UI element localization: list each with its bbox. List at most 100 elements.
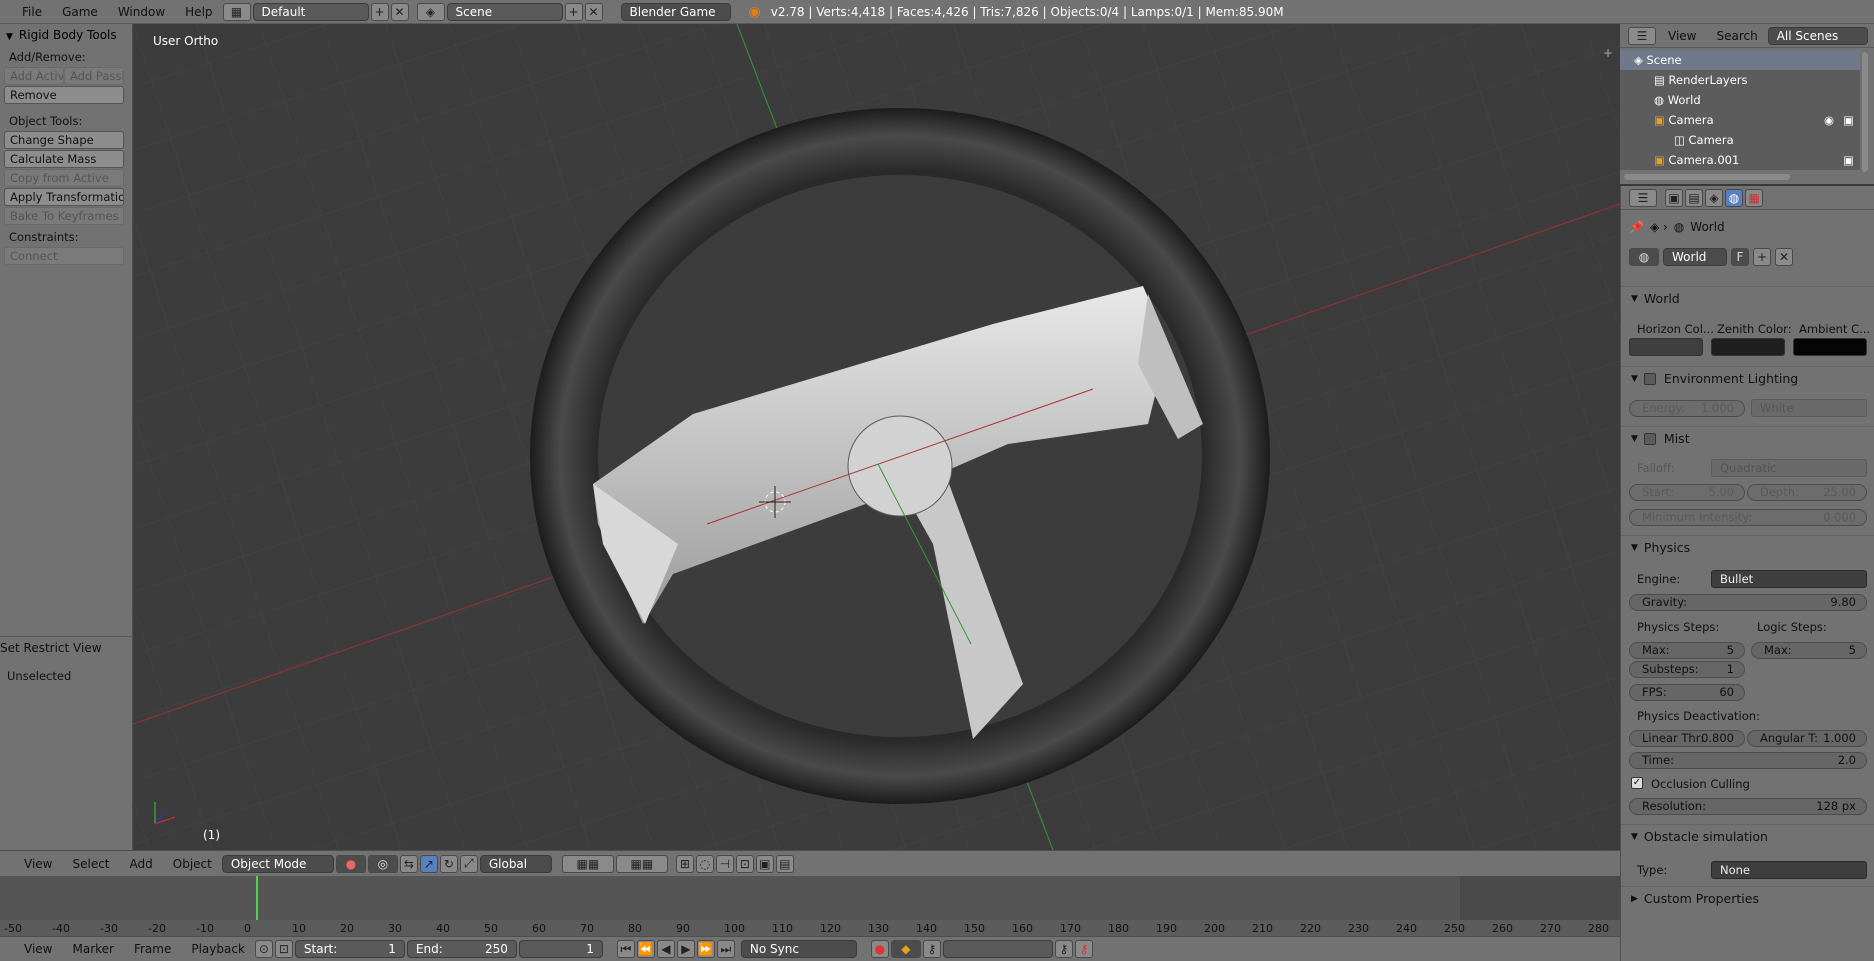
remove-layout-icon[interactable]: ✕ bbox=[390, 2, 409, 21]
remove-scene-icon[interactable]: ✕ bbox=[584, 2, 603, 21]
layout-icon[interactable]: ▦ bbox=[222, 2, 251, 21]
render-toggle-icon[interactable]: ▣ bbox=[1843, 110, 1854, 130]
proportional-icon[interactable]: ◌ bbox=[695, 854, 714, 873]
physics-panel-header[interactable]: ▼ Physics bbox=[1621, 535, 1874, 559]
menu-file[interactable]: File bbox=[12, 0, 52, 24]
horizon-color-swatch[interactable] bbox=[1629, 338, 1703, 356]
occlusion-culling-checkbox[interactable]: ✓ bbox=[1631, 777, 1643, 789]
current-frame-field[interactable]: 1 bbox=[518, 940, 603, 958]
render-icon[interactable]: ▣ bbox=[755, 854, 774, 873]
mist-checkbox[interactable] bbox=[1643, 432, 1656, 445]
mist-start-field[interactable]: Start: 5.00 bbox=[1629, 484, 1745, 501]
obstacle-type-select[interactable]: None bbox=[1711, 861, 1867, 879]
lock-icon[interactable]: ⊞ bbox=[675, 854, 694, 873]
outliner-item-camera-data[interactable]: ◫ Camera bbox=[1620, 130, 1860, 150]
jump-key-back-icon[interactable]: ⏪ bbox=[636, 940, 655, 958]
custom-properties-header[interactable]: ▶ Custom Properties bbox=[1621, 886, 1874, 910]
apply-transformation-button[interactable]: Apply Transformation bbox=[4, 188, 124, 206]
keying-icon[interactable]: ⚷ bbox=[922, 940, 941, 958]
3d-viewport[interactable]: User Ortho (1) + bbox=[133, 24, 1620, 850]
restrict-view-header[interactable]: Set Restrict View bbox=[0, 636, 133, 656]
outliner-item-scene[interactable]: ◈ Scene bbox=[1620, 50, 1860, 70]
render-tab-icon[interactable]: ▣ bbox=[1665, 188, 1683, 207]
opengl-render-icon[interactable]: ▤ bbox=[775, 854, 794, 873]
ambient-color-swatch[interactable] bbox=[1793, 338, 1867, 356]
add-passive-button[interactable]: Add Passiv bbox=[64, 67, 124, 85]
scale-icon[interactable]: ⤢ bbox=[459, 854, 478, 873]
menu-window[interactable]: Window bbox=[108, 0, 175, 24]
view3d-menu-add[interactable]: Add bbox=[120, 852, 163, 876]
obstacle-panel-header[interactable]: ▼ Obstacle simulation bbox=[1621, 824, 1874, 848]
new-world-icon[interactable]: + bbox=[1753, 248, 1771, 266]
env-lighting-checkbox[interactable] bbox=[1643, 372, 1656, 385]
outliner-menu-view[interactable]: View bbox=[1658, 24, 1706, 48]
menu-help[interactable]: Help bbox=[175, 0, 222, 24]
connect-button[interactable]: Connect bbox=[4, 247, 124, 265]
rigid-body-tools-header[interactable]: ▼ Rigid Body Tools bbox=[0, 24, 132, 46]
jump-start-icon[interactable]: ⏮ bbox=[616, 940, 635, 958]
world-browse-icon[interactable]: ◍ bbox=[1629, 248, 1659, 266]
render-engine-select[interactable]: Blender Game bbox=[620, 2, 731, 21]
timeline-menu-marker[interactable]: Marker bbox=[62, 937, 123, 961]
change-shape-button[interactable]: Change Shape bbox=[4, 131, 124, 149]
copy-from-active-button[interactable]: Copy from Active bbox=[4, 169, 124, 187]
play-icon[interactable]: ▶ bbox=[676, 940, 695, 958]
remove-button[interactable]: Remove bbox=[4, 86, 124, 104]
outliner-item-camera[interactable]: ▣ Camera ◉ ▣ bbox=[1620, 110, 1860, 130]
play-reverse-icon[interactable]: ◀ bbox=[656, 940, 675, 958]
deactivation-time-field[interactable]: Time: 2.0 bbox=[1629, 752, 1867, 769]
view3d-menu-select[interactable]: Select bbox=[62, 852, 119, 876]
active-keying-set-field[interactable] bbox=[942, 940, 1053, 958]
transform-orientation-select[interactable]: Global bbox=[479, 854, 552, 873]
outliner-menu-search[interactable]: Search bbox=[1706, 24, 1767, 48]
timeline-menu-playback[interactable]: Playback bbox=[181, 937, 255, 961]
props-editor-type-icon[interactable]: ☰ bbox=[1629, 188, 1657, 207]
end-frame-field[interactable]: End: 250 bbox=[406, 940, 517, 958]
manipulator-icon[interactable]: ⇆ bbox=[399, 854, 418, 873]
calculate-mass-button[interactable]: Calculate Mass bbox=[4, 150, 124, 168]
editor-type-icon[interactable]: ☰ bbox=[1628, 26, 1656, 45]
layers-icon[interactable]: ▦▦ bbox=[561, 854, 614, 873]
falloff-select[interactable]: Quadratic bbox=[1711, 459, 1867, 477]
delete-key-icon[interactable]: ⚷ bbox=[1074, 940, 1093, 958]
mist-depth-field[interactable]: Depth: 25.00 bbox=[1747, 484, 1867, 501]
view3d-menu-view[interactable]: View bbox=[14, 852, 62, 876]
min-intensity-field[interactable]: Minimum Intensity: 0.000 bbox=[1629, 509, 1867, 526]
translate-icon[interactable]: ↗ bbox=[419, 854, 438, 873]
outliner-item-camera-001[interactable]: ▣ Camera.001 ▣ bbox=[1620, 150, 1860, 170]
steering-wheel-model[interactable] bbox=[133, 24, 1620, 850]
env-color-select[interactable]: White bbox=[1751, 399, 1867, 417]
zenith-color-swatch[interactable] bbox=[1711, 338, 1785, 356]
energy-field[interactable]: Energy: 1.000 bbox=[1629, 400, 1745, 417]
jump-end-icon[interactable]: ⏭ bbox=[716, 940, 735, 958]
bake-to-keyframes-button[interactable]: Bake To Keyframes bbox=[4, 207, 124, 225]
preview-range-icon[interactable]: ⊙ bbox=[254, 940, 273, 958]
texture-tab-icon[interactable]: ▦ bbox=[1745, 188, 1763, 207]
angular-threshold-field[interactable]: Angular T: 1.000 bbox=[1747, 730, 1867, 747]
timeline-menu-view[interactable]: View bbox=[14, 937, 62, 961]
physics-engine-select[interactable]: Bullet bbox=[1711, 570, 1867, 588]
unlink-world-icon[interactable]: ✕ bbox=[1775, 248, 1793, 266]
physics-max-field[interactable]: Max: 5 bbox=[1629, 642, 1745, 659]
snap-target-icon[interactable]: ⊡ bbox=[735, 854, 754, 873]
keying-set-icon[interactable]: ◆ bbox=[890, 940, 921, 958]
outliner-item-world[interactable]: ◍ World bbox=[1620, 90, 1860, 110]
world-panel-header[interactable]: ▼ World bbox=[1621, 286, 1874, 310]
sync-mode-select[interactable]: No Sync bbox=[740, 940, 857, 958]
scene-field[interactable]: Scene bbox=[446, 2, 563, 21]
jump-key-forward-icon[interactable]: ⏩ bbox=[696, 940, 715, 958]
snap-icon[interactable]: ⊣ bbox=[715, 854, 734, 873]
add-layout-icon[interactable]: + bbox=[370, 2, 389, 21]
add-active-button[interactable]: Add Activ bbox=[4, 67, 64, 85]
lock-range-icon[interactable]: ⊡ bbox=[274, 940, 293, 958]
env-lighting-panel-header[interactable]: ▼ Environment Lighting bbox=[1621, 366, 1874, 390]
linear-threshold-field[interactable]: Linear Thr: 0.800 bbox=[1629, 730, 1745, 747]
record-icon[interactable]: ● bbox=[870, 940, 889, 958]
menu-game[interactable]: Game bbox=[52, 0, 108, 24]
unselected-option[interactable]: Unselected bbox=[7, 669, 71, 683]
render-toggle-2-icon[interactable]: ▣ bbox=[1843, 150, 1854, 170]
start-frame-field[interactable]: Start: 1 bbox=[294, 940, 405, 958]
world-name-field[interactable]: World bbox=[1663, 248, 1727, 266]
fps-field[interactable]: FPS: 60 bbox=[1629, 684, 1745, 701]
visibility-eye-icon[interactable]: ◉ bbox=[1824, 110, 1834, 130]
